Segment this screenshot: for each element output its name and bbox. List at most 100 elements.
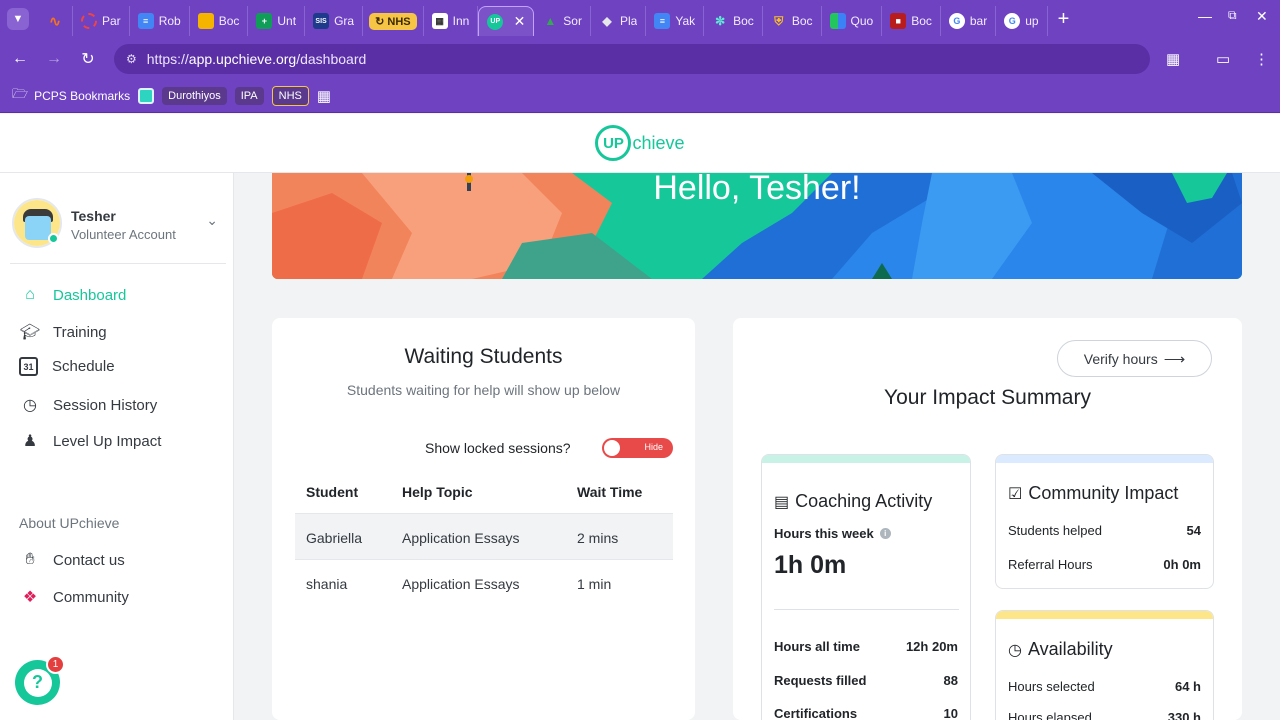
sidebar-item-session-history[interactable]: ◷ Session History: [19, 394, 157, 416]
tab-8-title: Sor: [563, 14, 582, 28]
bookmark-ipa[interactable]: IPA: [234, 87, 264, 105]
sidebar-item-community[interactable]: ❖ Community: [19, 586, 129, 608]
verify-hours-label: Verify hours: [1083, 350, 1158, 367]
sidebar: Tesher Volunteer Account ⌄ ⌂ Dashboard 🎓…: [0, 173, 234, 720]
availability-heading: ◷ Availability: [1008, 639, 1113, 660]
cast-icon[interactable]: ▭: [1216, 50, 1230, 68]
waiting-students-subtitle: Students waiting for help will show up b…: [346, 382, 621, 398]
bookmark-square-icon[interactable]: [138, 88, 155, 104]
stat-label: Requests filled: [774, 673, 867, 688]
avatar-face: [25, 216, 51, 240]
availability-title: Availability: [1027, 639, 1113, 659]
tab-13-title: Quo: [850, 14, 874, 28]
tab-5[interactable]: SIS Gra: [305, 6, 364, 36]
question-mark-icon: ?: [23, 668, 52, 697]
table-row[interactable]: shania Application Essays 1 min: [295, 560, 673, 606]
tab-12[interactable]: ⛨ Boc: [763, 6, 822, 36]
sidebar-item-label: Training: [53, 323, 107, 341]
tab-9-favicon-icon: ◆: [602, 14, 612, 28]
stat-referral-hours: Referral Hours 0h 0m: [1008, 557, 1201, 572]
sidebar-item-label: Contact us: [53, 551, 125, 569]
tab-2[interactable]: ≡ Rob: [130, 6, 190, 36]
new-tab-plus-icon[interactable]: +: [1058, 8, 1070, 31]
clock-icon: ◷: [23, 397, 37, 414]
tab-3-favicon-icon: [197, 13, 214, 29]
restore-icon[interactable]: ⧉: [1228, 8, 1237, 23]
bookmark-durothiyos[interactable]: Durothiyos: [162, 87, 227, 105]
sidebar-divider: [10, 263, 226, 264]
stat-value: 10: [943, 706, 958, 720]
url-domain: app.upchieve.org: [188, 51, 297, 67]
kebab-menu-icon[interactable]: ⋮: [1254, 50, 1269, 68]
stat-students-helped: Students helped 54: [1008, 523, 1201, 538]
tab-1[interactable]: Par: [73, 6, 130, 36]
column-header-student: Student: [306, 484, 359, 500]
bookmark-folder-pcps[interactable]: 🗁 PCPS Bookmarks: [12, 85, 130, 107]
waiting-students-title: Waiting Students: [404, 345, 563, 368]
sidebar-item-label: Level Up Impact: [53, 432, 162, 450]
tab-3-title: Boc: [218, 14, 240, 28]
tab-12-title: Boc: [791, 14, 813, 28]
toggle-label: Hide: [644, 442, 663, 452]
sidebar-item-label: Community: [53, 588, 129, 606]
tab-6[interactable]: ↻ NHS: [363, 6, 424, 36]
chevron-down-icon[interactable]: ⌄: [206, 212, 218, 229]
sidebar-item-schedule[interactable]: 31 Schedule: [19, 357, 115, 376]
bookmark-nhs[interactable]: NHS: [271, 86, 309, 106]
verify-hours-button[interactable]: Verify hours ⟶: [1057, 340, 1212, 377]
show-locked-toggle[interactable]: Hide: [602, 438, 673, 458]
tab-3[interactable]: Boc: [190, 6, 249, 36]
profile-menu[interactable]: Tesher Volunteer Account ⌄: [12, 198, 226, 264]
card-accent-stripe: [996, 611, 1213, 619]
reload-icon[interactable]: ↻: [71, 49, 105, 69]
extensions-puzzle-icon[interactable]: ▦: [1166, 50, 1180, 68]
coaching-divider: [774, 609, 959, 610]
tab-13[interactable]: Quo: [822, 6, 883, 36]
stat-hours-all-time: Hours all time 12h 20m: [774, 639, 958, 654]
info-icon[interactable]: i: [879, 528, 891, 539]
tab-16[interactable]: Gup: [996, 6, 1048, 36]
sidebar-item-contact-us[interactable]: ✋︎ Contact us: [19, 549, 125, 571]
stat-label: Hours all time: [774, 639, 860, 654]
tab-0[interactable]: ∿: [37, 6, 73, 36]
apps-grid-icon[interactable]: ▦: [317, 87, 331, 105]
tab-4-title: Unt: [277, 14, 297, 28]
help-topic: Application Essays: [402, 576, 520, 592]
tab-14-favicon-icon: ■: [890, 13, 907, 29]
coaching-activity-heading: ▤ Coaching Activity: [774, 491, 932, 512]
tab-11[interactable]: ✼ Boc: [704, 6, 763, 36]
tab-15[interactable]: Gbar: [941, 6, 997, 36]
show-locked-label: Show locked sessions?: [425, 440, 571, 456]
sidebar-item-dashboard[interactable]: ⌂ Dashboard: [19, 284, 126, 306]
sidebar-item-level-up-impact[interactable]: ♟ Level Up Impact: [19, 430, 162, 452]
tab-9[interactable]: ◆ Pla: [591, 6, 647, 36]
site-settings-icon[interactable]: ⚙: [126, 52, 137, 66]
waiting-students-table: Student Help Topic Wait Time Gabriella A…: [295, 468, 673, 606]
logo-wordmark: chieve: [632, 132, 685, 153]
profile-name: Tesher: [71, 208, 116, 224]
tab-8[interactable]: ▲ Sor: [534, 6, 591, 36]
back-arrow-icon[interactable]: ←: [3, 50, 37, 68]
window-close-icon[interactable]: ✕: [1256, 8, 1268, 25]
tab-1-favicon-icon: [81, 13, 97, 29]
column-header-wait-time: Wait Time: [577, 484, 643, 500]
tab-7[interactable]: ▦ Inn: [424, 6, 479, 36]
tab-12-favicon-icon: ⛨: [774, 13, 784, 28]
tab-search-chevron-icon[interactable]: ▼: [7, 8, 29, 30]
tab-10[interactable]: ≡ Yak: [646, 6, 705, 36]
tab-close-icon[interactable]: ✕: [514, 13, 526, 30]
tab-active-upchieve[interactable]: UP ✕: [478, 6, 535, 36]
sidebar-item-training[interactable]: 🎓︎ Training: [19, 321, 107, 343]
chat-bubble-icon: ▤: [774, 493, 790, 511]
tab-9-title: Pla: [619, 14, 638, 28]
profile-text: Tesher Volunteer Account: [71, 208, 176, 242]
minimize-icon[interactable]: —: [1198, 8, 1212, 24]
address-bar[interactable]: ⚙ https://app.upchieve.org/dashboard: [114, 44, 1150, 74]
upchieve-logo[interactable]: UP chieve: [595, 125, 685, 161]
forward-arrow-icon[interactable]: →: [37, 50, 71, 68]
table-row[interactable]: Gabriella Application Essays 2 mins: [295, 514, 673, 560]
tab-4[interactable]: + Unt: [248, 6, 306, 36]
tab-14[interactable]: ■ Boc: [882, 6, 941, 36]
url-text: https://app.upchieve.org/dashboard: [147, 51, 367, 67]
notification-badge: 1: [46, 655, 65, 674]
